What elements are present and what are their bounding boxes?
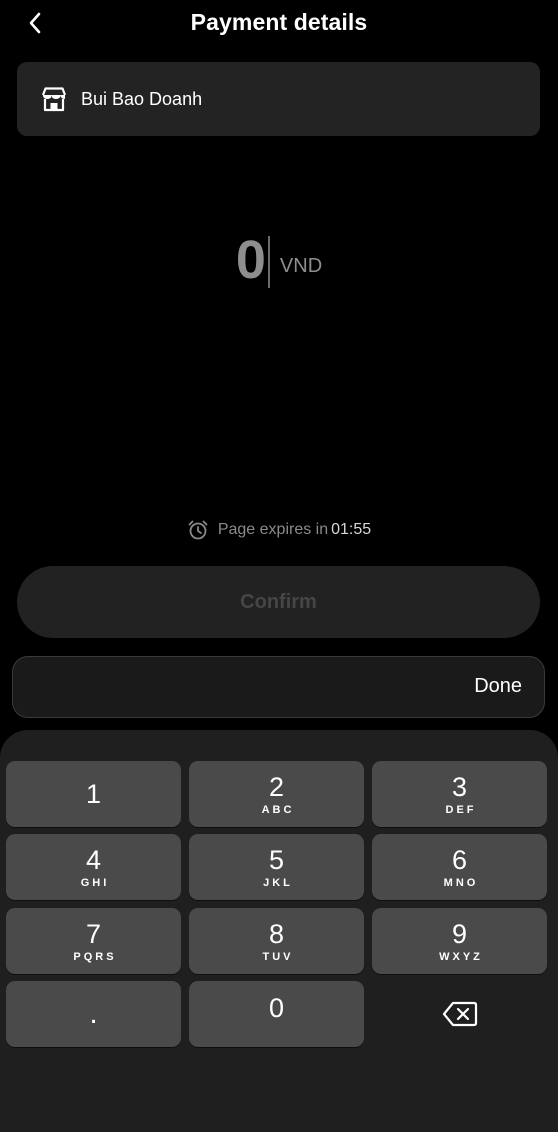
header: Payment details bbox=[0, 0, 558, 50]
key-letters: PQRS bbox=[73, 951, 117, 963]
key-decimal[interactable]: . bbox=[6, 981, 181, 1047]
keyboard-accessory-bar: Done bbox=[12, 656, 545, 718]
key-letters: JKL bbox=[263, 877, 293, 889]
key-digit: 2 bbox=[268, 772, 285, 802]
expiry-timer: Page expires in 01:55 bbox=[0, 518, 558, 542]
key-letters: ABC bbox=[261, 804, 295, 816]
key-digit: 1 bbox=[85, 779, 102, 809]
key-digit: 4 bbox=[85, 845, 102, 875]
key-7[interactable]: 7 PQRS bbox=[6, 908, 181, 974]
key-letters: WXYZ bbox=[439, 951, 483, 963]
key-letters: MNO bbox=[443, 877, 479, 889]
key-3[interactable]: 3 DEF bbox=[372, 761, 547, 827]
key-letters: GHI bbox=[80, 877, 110, 889]
key-9[interactable]: 9 WXYZ bbox=[372, 908, 547, 974]
done-button[interactable]: Done bbox=[474, 675, 522, 698]
page-title: Payment details bbox=[190, 9, 368, 35]
merchant-name: Bui Bao Doanh bbox=[81, 88, 203, 109]
amount-value: 0 bbox=[235, 230, 266, 290]
key-0[interactable]: 0 bbox=[189, 981, 364, 1047]
key-5[interactable]: 5 JKL bbox=[189, 834, 364, 900]
store-icon bbox=[39, 84, 69, 114]
confirm-button[interactable]: Confirm bbox=[17, 566, 540, 638]
key-4[interactable]: 4 GHI bbox=[6, 834, 181, 900]
text-cursor bbox=[267, 236, 270, 288]
merchant-card[interactable]: Bui Bao Doanh bbox=[17, 62, 540, 136]
expiry-label: Page expires in bbox=[217, 521, 329, 538]
payment-details-screen: Payment details Bui Bao Doanh 0 VND Page… bbox=[0, 0, 558, 1132]
alarm-clock-icon bbox=[187, 519, 209, 541]
key-digit: 5 bbox=[268, 845, 285, 875]
key-digit: 0 bbox=[268, 993, 285, 1023]
amount-input[interactable]: 0 VND bbox=[0, 220, 558, 290]
key-6[interactable]: 6 MNO bbox=[372, 834, 547, 900]
key-2[interactable]: 2 ABC bbox=[189, 761, 364, 827]
key-digit: 8 bbox=[268, 919, 285, 949]
key-digit: . bbox=[89, 997, 98, 1030]
key-digit: 6 bbox=[451, 845, 468, 875]
expiry-time: 01:55 bbox=[331, 521, 372, 538]
numeric-keypad: 1 2 ABC 3 DEF 4 GHI 5 JKL 6 MNO 7 PQRS 8 bbox=[0, 730, 558, 1132]
key-1[interactable]: 1 bbox=[6, 761, 181, 827]
key-digit: 3 bbox=[451, 772, 468, 802]
key-digit: 7 bbox=[85, 919, 102, 949]
key-letters: TUV bbox=[262, 951, 294, 963]
key-digit: 9 bbox=[451, 919, 468, 949]
backspace-icon bbox=[442, 1001, 478, 1027]
backspace-key[interactable] bbox=[372, 981, 547, 1047]
key-8[interactable]: 8 TUV bbox=[189, 908, 364, 974]
currency-label: VND bbox=[279, 255, 323, 277]
key-letters: DEF bbox=[445, 804, 477, 816]
